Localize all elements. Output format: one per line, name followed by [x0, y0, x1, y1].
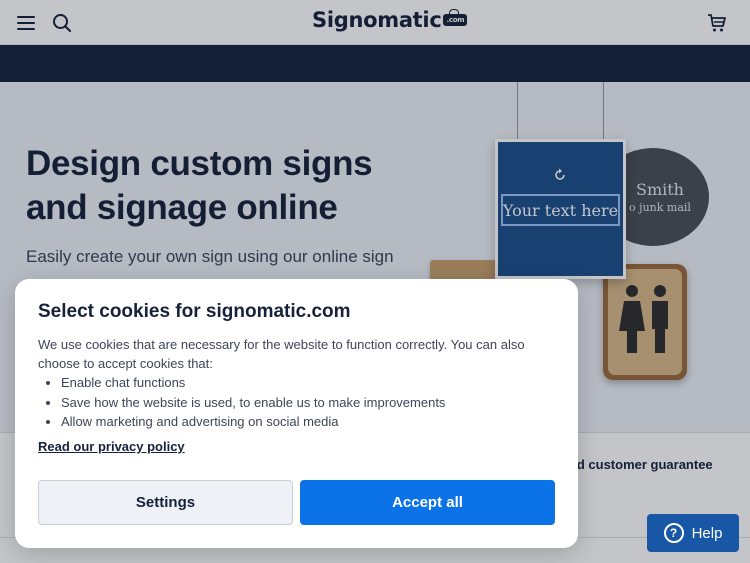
- cookie-title: Select cookies for signomatic.com: [38, 301, 351, 322]
- help-button[interactable]: ? Help: [647, 514, 739, 552]
- list-item: Save how the website is used, to enable …: [38, 393, 543, 413]
- cookie-purpose-list: Enable chat functions Save how the websi…: [38, 373, 543, 432]
- help-icon: ?: [663, 523, 684, 543]
- cookie-intro: We use cookies that are necessary for th…: [38, 337, 525, 371]
- privacy-policy-link[interactable]: Read our privacy policy: [38, 439, 185, 454]
- list-item: Allow marketing and advertising on socia…: [38, 412, 543, 432]
- help-label: Help: [691, 524, 723, 542]
- accept-all-button[interactable]: Accept all: [300, 480, 555, 525]
- list-item: Enable chat functions: [38, 373, 543, 393]
- settings-button[interactable]: Settings: [38, 480, 293, 525]
- cookie-dialog: Select cookies for signomatic.com We use…: [15, 279, 578, 548]
